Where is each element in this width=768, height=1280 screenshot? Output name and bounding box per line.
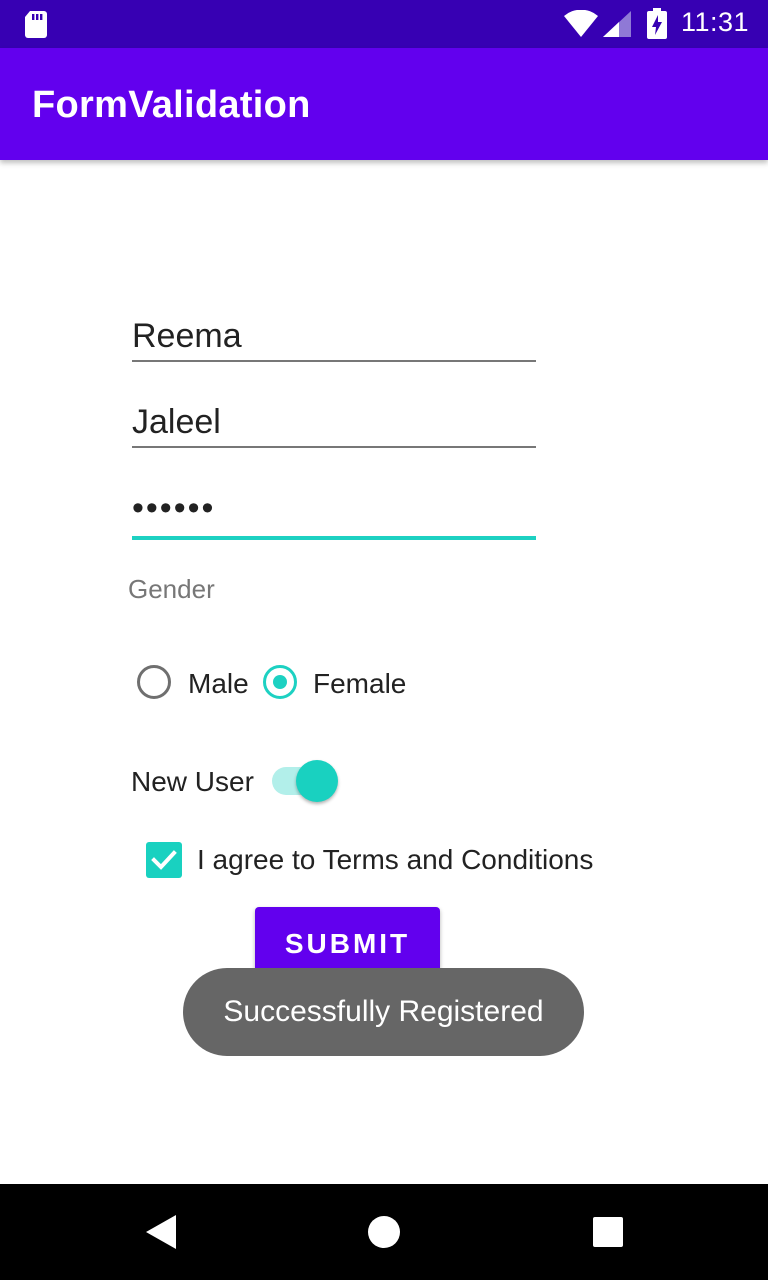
signal-icon — [603, 11, 631, 37]
wifi-icon — [564, 10, 598, 37]
male-radio-label[interactable]: Male — [188, 668, 249, 700]
recents-icon[interactable] — [592, 1217, 624, 1247]
password-field[interactable]: •••••• — [132, 486, 536, 540]
status-clock: 11:31 — [681, 7, 750, 37]
app-bar: FormValidation — [0, 48, 768, 160]
home-icon[interactable] — [367, 1215, 401, 1249]
female-radio-label[interactable]: Female — [313, 668, 406, 700]
new-user-label: New User — [131, 766, 254, 797]
radio-selected-dot — [273, 675, 287, 689]
terms-label[interactable]: I agree to Terms and Conditions — [197, 844, 593, 876]
toast-message: Successfully Registered — [183, 968, 584, 1056]
last-name-field[interactable]: Jaleel — [132, 400, 536, 448]
sd-card-icon — [25, 11, 47, 38]
first-name-field[interactable]: Reema — [132, 314, 536, 362]
new-user-switch-thumb[interactable] — [296, 760, 338, 802]
back-icon[interactable] — [144, 1214, 178, 1250]
male-radio-button[interactable] — [137, 665, 171, 699]
app-title: FormValidation — [32, 84, 311, 126]
navigation-bar — [0, 1184, 768, 1280]
status-bar: 11:31 — [0, 0, 768, 48]
terms-checkbox[interactable] — [146, 842, 182, 878]
check-icon — [151, 850, 177, 870]
battery-charging-icon — [647, 8, 667, 39]
female-radio-button[interactable] — [263, 665, 297, 699]
gender-label: Gender — [128, 574, 215, 604]
app-screen: 11:31 FormValidation Reema Jaleel ••••••… — [0, 0, 768, 1280]
